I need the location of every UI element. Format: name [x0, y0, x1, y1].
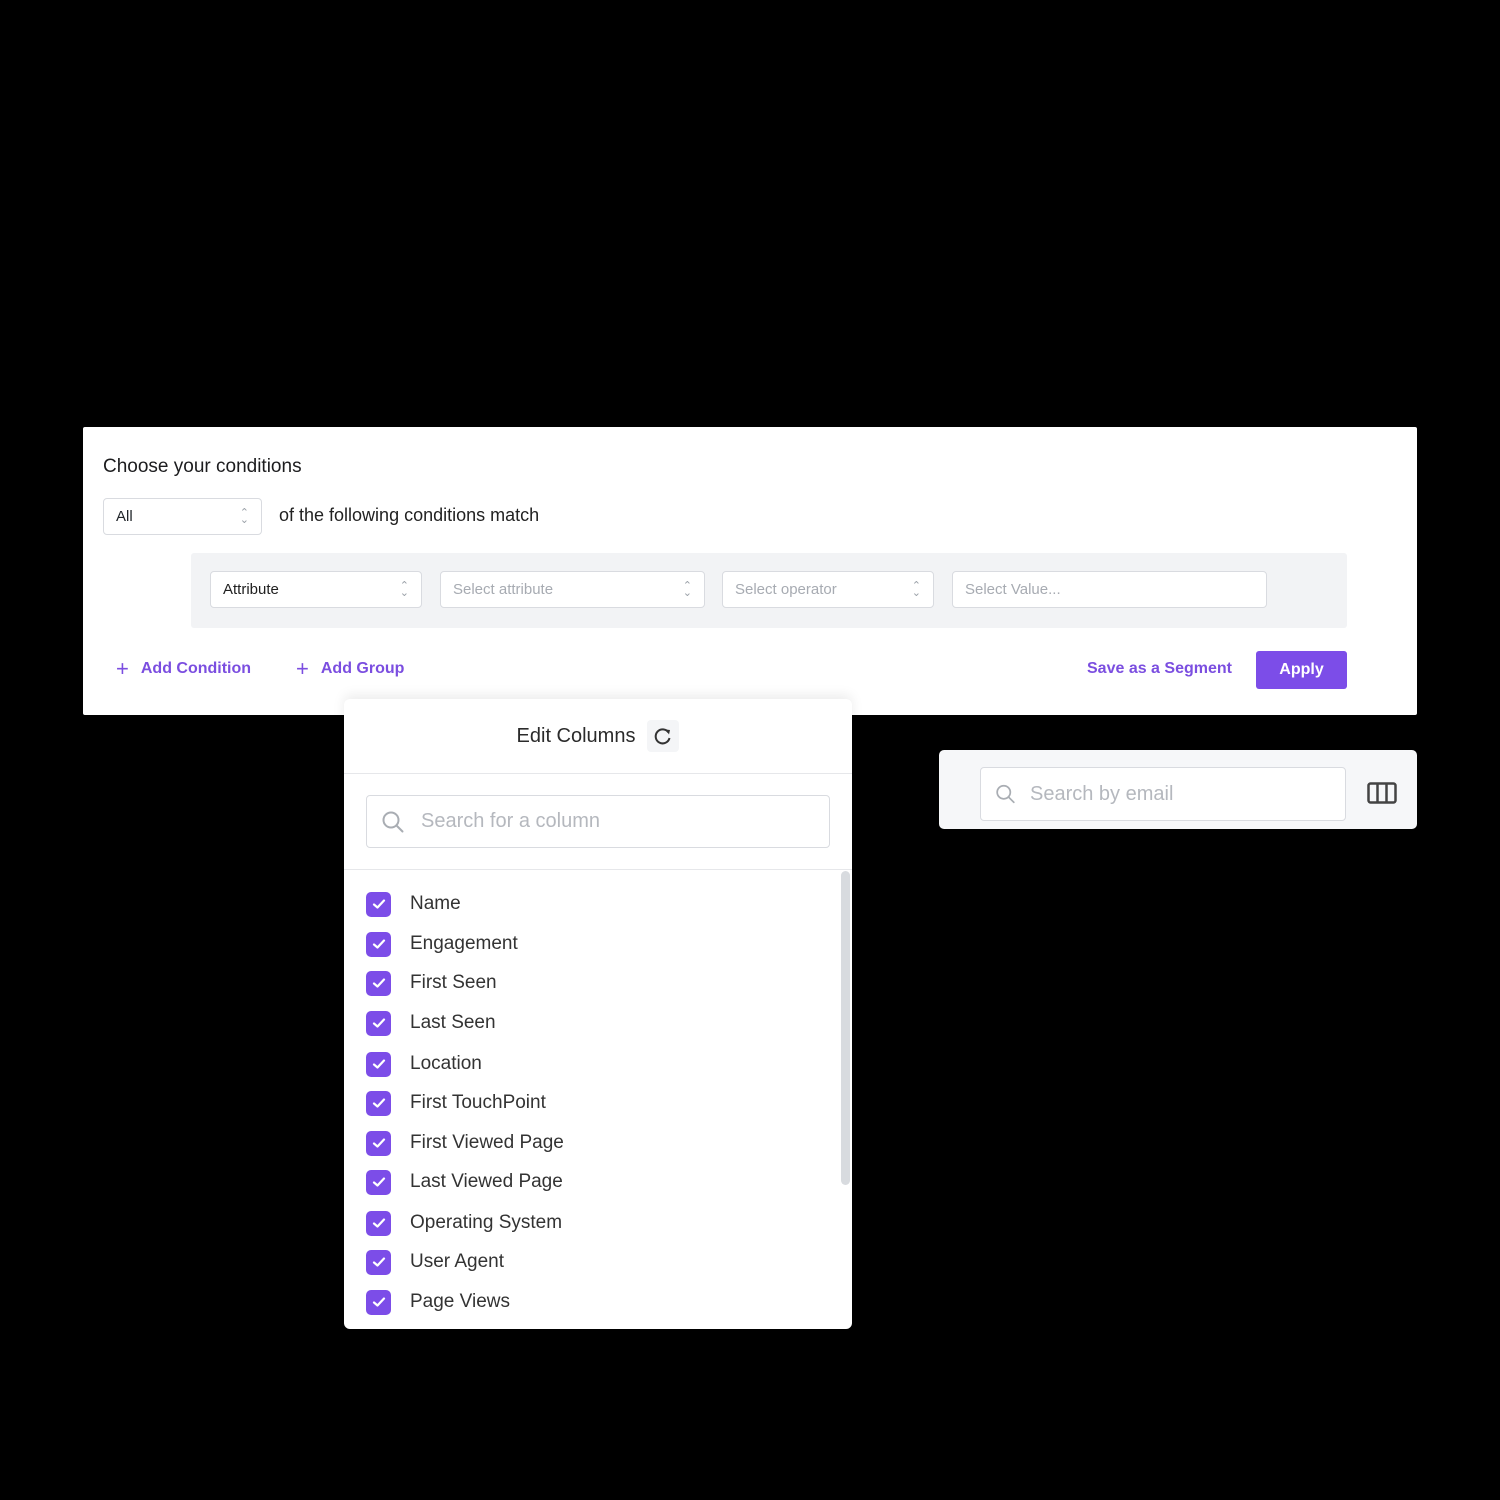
- check-icon: [372, 978, 385, 988]
- column-search-section: [344, 774, 852, 870]
- save-segment-button[interactable]: Save as a Segment: [1087, 660, 1232, 678]
- edit-columns-title: Edit Columns: [516, 724, 636, 747]
- column-list-scrollbar[interactable]: [841, 871, 850, 1185]
- match-mode-value: All: [116, 508, 133, 525]
- column-search-input[interactable]: [421, 810, 781, 833]
- column-item[interactable]: First Viewed Page: [366, 1130, 564, 1156]
- match-description: of the following conditions match: [279, 505, 540, 525]
- check-icon: [372, 1218, 385, 1228]
- column-label: Last Seen: [410, 1012, 496, 1033]
- column-item[interactable]: First Seen: [366, 970, 497, 996]
- attribute-type-value: Attribute: [223, 581, 279, 598]
- match-mode-select[interactable]: All ⌃ ⌄: [103, 498, 262, 535]
- column-item[interactable]: Page Views: [366, 1289, 510, 1315]
- check-icon: [372, 1177, 385, 1187]
- check-icon: [372, 939, 385, 949]
- plus-icon: +: [116, 656, 129, 681]
- attribute-placeholder: Select attribute: [453, 581, 554, 598]
- edit-columns-button[interactable]: [1366, 780, 1398, 806]
- search-icon: [382, 811, 404, 832]
- attribute-type-select[interactable]: Attribute ⌃ ⌄: [210, 571, 422, 608]
- column-checkbox[interactable]: [366, 1010, 391, 1036]
- attribute-select[interactable]: Select attribute ⌃ ⌄: [440, 571, 705, 608]
- column-label: Name: [410, 893, 461, 914]
- columns-icon: [1367, 782, 1397, 804]
- select-arrows-icon: ⌃ ⌄: [399, 579, 409, 599]
- add-group-button[interactable]: + Add Group: [296, 656, 405, 681]
- column-label: Engagement: [410, 933, 518, 954]
- check-icon: [372, 1297, 385, 1307]
- conditions-panel: Choose your conditions All ⌃ ⌄ of the fol…: [83, 427, 1417, 715]
- check-icon: [372, 1018, 385, 1028]
- column-label: Operating System: [410, 1212, 563, 1233]
- value-input[interactable]: Select Value...: [952, 571, 1267, 608]
- column-checkbox[interactable]: [366, 1169, 391, 1195]
- column-checkbox[interactable]: [366, 1090, 391, 1116]
- column-label: Page Views: [410, 1291, 510, 1312]
- column-checkbox[interactable]: [366, 891, 391, 917]
- column-checkbox[interactable]: [366, 970, 391, 996]
- edit-columns-header: Edit Columns: [344, 699, 852, 774]
- column-checkbox[interactable]: [366, 1210, 391, 1236]
- check-icon: [372, 1257, 385, 1267]
- operator-select[interactable]: Select operator ⌃ ⌄: [722, 571, 934, 608]
- search-icon: [996, 784, 1015, 804]
- check-icon: [372, 1059, 385, 1069]
- select-arrows-icon: ⌃ ⌄: [911, 579, 921, 599]
- refresh-icon: [655, 728, 671, 745]
- column-item[interactable]: Operating System: [366, 1210, 562, 1236]
- column-label: First Viewed Page: [410, 1132, 564, 1153]
- value-placeholder: Select Value...: [965, 581, 1061, 598]
- reset-columns-button[interactable]: [647, 720, 680, 752]
- plus-icon: +: [296, 656, 309, 681]
- column-label: User Agent: [410, 1251, 504, 1272]
- column-item[interactable]: Last Seen: [366, 1010, 496, 1036]
- add-condition-label: Add Condition: [140, 660, 252, 677]
- column-item[interactable]: First TouchPoint: [366, 1090, 546, 1116]
- email-search-panel: [939, 750, 1417, 829]
- column-label: First Seen: [410, 972, 497, 993]
- edit-columns-popup: Edit Columns Name Engagement First Seen Las…: [344, 699, 852, 1329]
- column-label: Location: [410, 1053, 482, 1074]
- check-icon: [372, 899, 385, 909]
- apply-button[interactable]: Apply: [1256, 651, 1347, 689]
- column-checkbox[interactable]: [366, 1051, 391, 1077]
- column-checkbox[interactable]: [366, 931, 391, 957]
- column-item[interactable]: Engagement: [366, 931, 518, 957]
- column-label: Last Viewed Page: [410, 1171, 563, 1192]
- column-checkbox[interactable]: [366, 1249, 391, 1275]
- column-item[interactable]: Name: [366, 891, 461, 917]
- condition-row: Attribute ⌃ ⌄ Select attribute ⌃ ⌄ Select …: [191, 553, 1347, 628]
- column-checkbox[interactable]: [366, 1130, 391, 1156]
- check-icon: [372, 1098, 385, 1108]
- column-item[interactable]: Last Viewed Page: [366, 1169, 563, 1195]
- column-search-field[interactable]: [366, 795, 830, 848]
- email-search-input[interactable]: [1030, 782, 1345, 806]
- check-icon: [372, 1138, 385, 1148]
- column-item[interactable]: User Agent: [366, 1249, 504, 1275]
- column-label: First TouchPoint: [410, 1092, 546, 1113]
- column-checkbox[interactable]: [366, 1289, 391, 1315]
- email-search-field[interactable]: [980, 767, 1346, 821]
- conditions-title: Choose your conditions: [103, 456, 302, 477]
- add-group-label: Add Group: [320, 660, 405, 677]
- select-arrows-icon: ⌃ ⌄: [682, 579, 692, 599]
- add-condition-button[interactable]: + Add Condition: [116, 656, 252, 681]
- select-arrows-icon: ⌃ ⌄: [239, 506, 249, 526]
- column-item[interactable]: Location: [366, 1051, 482, 1077]
- operator-placeholder: Select operator: [735, 581, 837, 598]
